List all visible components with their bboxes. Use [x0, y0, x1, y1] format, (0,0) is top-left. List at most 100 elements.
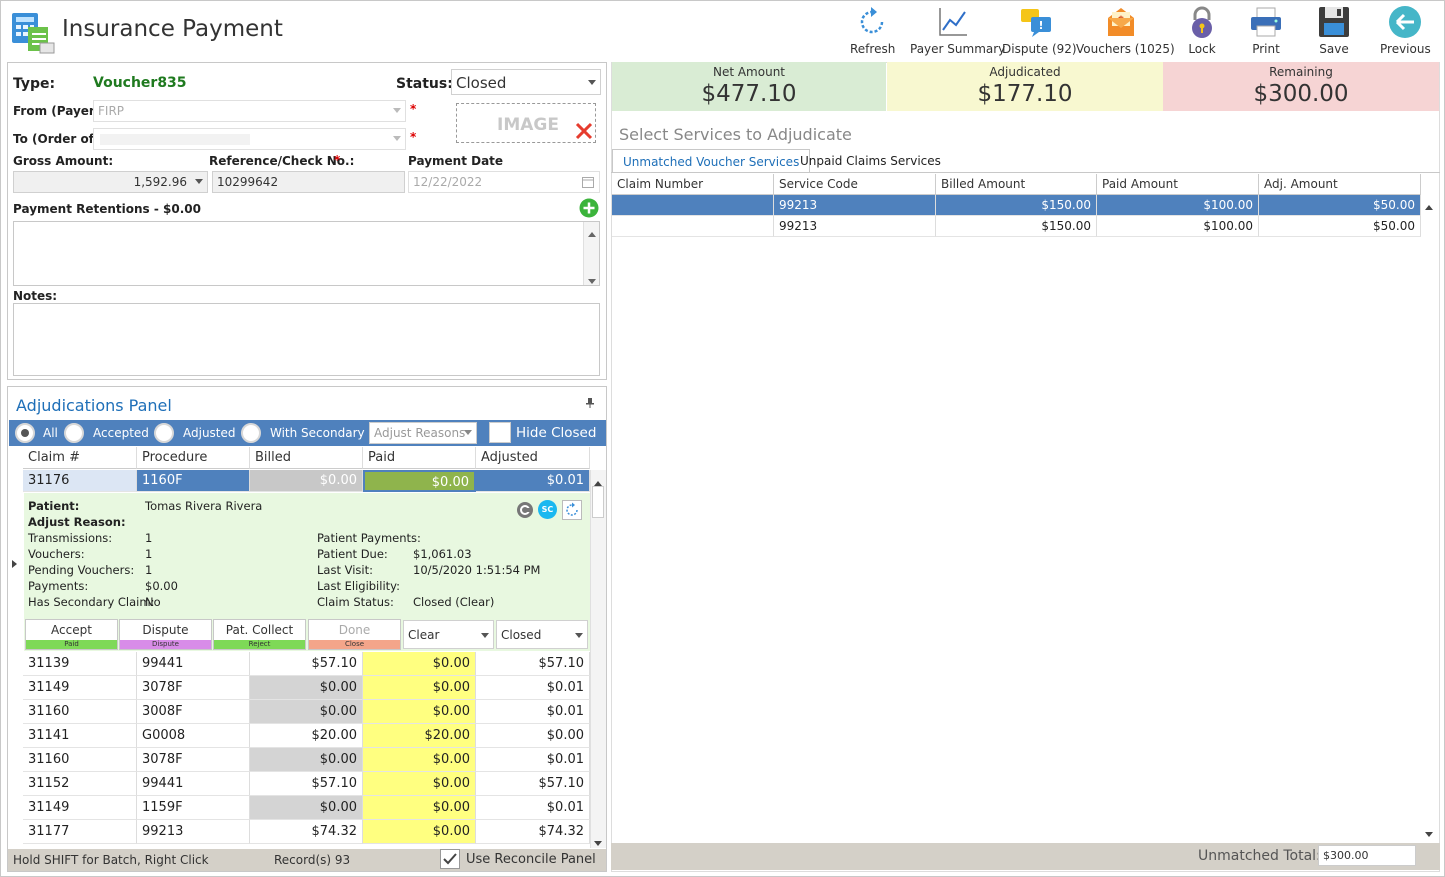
paid-cell[interactable]: $0.00: [363, 796, 476, 820]
clear-select[interactable]: Clear: [403, 620, 494, 649]
scroll-down-icon[interactable]: [1425, 827, 1433, 841]
adjusted-cell[interactable]: $0.01: [476, 470, 590, 492]
reconcile-checkbox[interactable]: [440, 849, 460, 869]
adjusted-cell[interactable]: $0.01: [476, 676, 590, 700]
billed-cell[interactable]: $150.00: [936, 216, 1097, 237]
procedure-cell[interactable]: G0008: [137, 724, 250, 748]
col-billed-header[interactable]: Billed: [250, 447, 363, 469]
procedure-cell[interactable]: 99213: [137, 820, 250, 844]
toolbar-refresh-button[interactable]: Refresh: [850, 2, 895, 58]
paid-cell[interactable]: $0.00: [363, 748, 476, 772]
closed-select[interactable]: Closed: [496, 620, 588, 649]
col-claim-number-header[interactable]: Claim Number: [612, 174, 774, 195]
tab-unmatched-voucher-services[interactable]: Unmatched Voucher Services: [612, 149, 811, 173]
col-claim-header[interactable]: Claim #: [23, 447, 137, 469]
scroll-down-icon[interactable]: [594, 836, 602, 850]
billed-cell[interactable]: $57.10: [250, 652, 363, 676]
billed-cell[interactable]: $150.00: [936, 195, 1097, 216]
paid-cell[interactable]: $0.00: [363, 470, 476, 492]
claim-cell[interactable]: 31149: [23, 676, 137, 700]
accept-button[interactable]: Accept Paid: [25, 619, 118, 650]
retentions-scrollbar[interactable]: [583, 222, 599, 285]
col-paid-header[interactable]: Paid: [363, 447, 476, 469]
adjusted-cell[interactable]: $57.10: [476, 772, 590, 796]
toolbar-vouchers-1025-button[interactable]: $ Vouchers (1025): [1076, 2, 1175, 58]
col-billed-amount-header[interactable]: Billed Amount: [936, 174, 1097, 195]
notes-textarea[interactable]: [13, 303, 600, 376]
gross-amount-input[interactable]: 1,592.96: [13, 171, 208, 193]
billed-cell[interactable]: $0.00: [250, 470, 363, 492]
toolbar-previous-button[interactable]: Previous: [1380, 2, 1431, 58]
claim-cell[interactable]: 31160: [23, 700, 137, 724]
image-drop-area[interactable]: IMAGE: [456, 103, 596, 143]
adjusted-cell[interactable]: $74.32: [476, 820, 590, 844]
scroll-thumb[interactable]: [592, 486, 604, 518]
billed-cell[interactable]: $57.10: [250, 772, 363, 796]
toolbar-payer-summary-button[interactable]: Payer Summary: [910, 2, 1005, 58]
claim-cell[interactable]: [612, 216, 774, 237]
adjust-reasons-select[interactable]: Adjust Reasons: [369, 422, 477, 444]
secondary-claim-badge[interactable]: SC: [538, 500, 557, 519]
paid-cell[interactable]: $100.00: [1097, 216, 1259, 237]
calendar-icon[interactable]: [582, 176, 594, 191]
toolbar-save-button[interactable]: Save: [1314, 2, 1354, 58]
procedure-cell[interactable]: 3078F: [137, 748, 250, 772]
col-adjusted-header[interactable]: Adjusted: [476, 447, 590, 469]
col-paid-amount-header[interactable]: Paid Amount: [1097, 174, 1259, 195]
dispute-button[interactable]: Dispute Dispute: [119, 619, 212, 650]
adjudication-scrollbar[interactable]: [590, 470, 606, 848]
toolbar-dispute-92-button[interactable]: ! Dispute (92): [1002, 2, 1077, 58]
adjusted-cell[interactable]: $0.01: [476, 796, 590, 820]
refresh-claim-button[interactable]: [562, 500, 582, 520]
adj-cell[interactable]: $50.00: [1259, 216, 1421, 237]
claim-cell[interactable]: 31160: [23, 748, 137, 772]
filter-adjusted-radio[interactable]: [154, 423, 174, 443]
paid-cell[interactable]: $0.00: [363, 676, 476, 700]
claim-cell[interactable]: 31141: [23, 724, 137, 748]
hide-closed-checkbox[interactable]: [489, 422, 511, 443]
claim-cell[interactable]: [612, 195, 774, 216]
adj-cell[interactable]: $50.00: [1259, 195, 1421, 216]
billed-cell[interactable]: $0.00: [250, 676, 363, 700]
paid-cell[interactable]: $0.00: [363, 700, 476, 724]
billed-cell[interactable]: $0.00: [250, 796, 363, 820]
pin-icon[interactable]: [585, 397, 595, 412]
billed-cell[interactable]: $20.00: [250, 724, 363, 748]
status-select[interactable]: Closed: [451, 69, 601, 95]
toolbar-lock-button[interactable]: Lock: [1183, 2, 1221, 58]
col-adj-amount-header[interactable]: Adj. Amount: [1259, 174, 1421, 195]
claim-cell[interactable]: 31177: [23, 820, 137, 844]
paid-cell[interactable]: $0.00: [363, 820, 476, 844]
paid-cell[interactable]: $0.00: [363, 652, 476, 676]
filter-secondary-radio[interactable]: [241, 423, 261, 443]
scroll-up-icon[interactable]: [1425, 199, 1433, 213]
paid-cell[interactable]: $100.00: [1097, 195, 1259, 216]
procedure-cell[interactable]: 99441: [137, 772, 250, 796]
claim-cell[interactable]: 31152: [23, 772, 137, 796]
procedure-cell[interactable]: 1160F: [137, 470, 250, 492]
from-payer-select[interactable]: FIRP: [93, 100, 406, 122]
copyright-circle-icon[interactable]: [516, 501, 534, 522]
payment-date-input[interactable]: 12/22/2022: [408, 171, 600, 193]
paid-cell[interactable]: $0.00: [363, 772, 476, 796]
claim-cell[interactable]: 31139: [23, 652, 137, 676]
scroll-up-icon[interactable]: [588, 226, 596, 240]
billed-cell[interactable]: $0.00: [250, 748, 363, 772]
filter-accepted-radio[interactable]: [64, 423, 84, 443]
filter-all-radio[interactable]: [15, 423, 35, 443]
adjusted-cell[interactable]: $0.01: [476, 700, 590, 724]
code-cell[interactable]: 99213: [774, 216, 936, 237]
toolbar-print-button[interactable]: Print: [1246, 2, 1286, 58]
adjusted-cell[interactable]: $0.01: [476, 748, 590, 772]
procedure-cell[interactable]: 99441: [137, 652, 250, 676]
claim-cell[interactable]: 31176: [23, 470, 137, 492]
tab-unpaid-claims-services[interactable]: Unpaid Claims Services: [790, 149, 951, 173]
procedure-cell[interactable]: 3078F: [137, 676, 250, 700]
procedure-cell[interactable]: 3008F: [137, 700, 250, 724]
to-order-select[interactable]: [93, 128, 406, 150]
remove-image-icon[interactable]: [575, 122, 593, 143]
billed-cell[interactable]: $74.32: [250, 820, 363, 844]
col-procedure-header[interactable]: Procedure: [137, 447, 250, 469]
done-button[interactable]: Done Close: [308, 619, 401, 650]
claim-cell[interactable]: 31149: [23, 796, 137, 820]
